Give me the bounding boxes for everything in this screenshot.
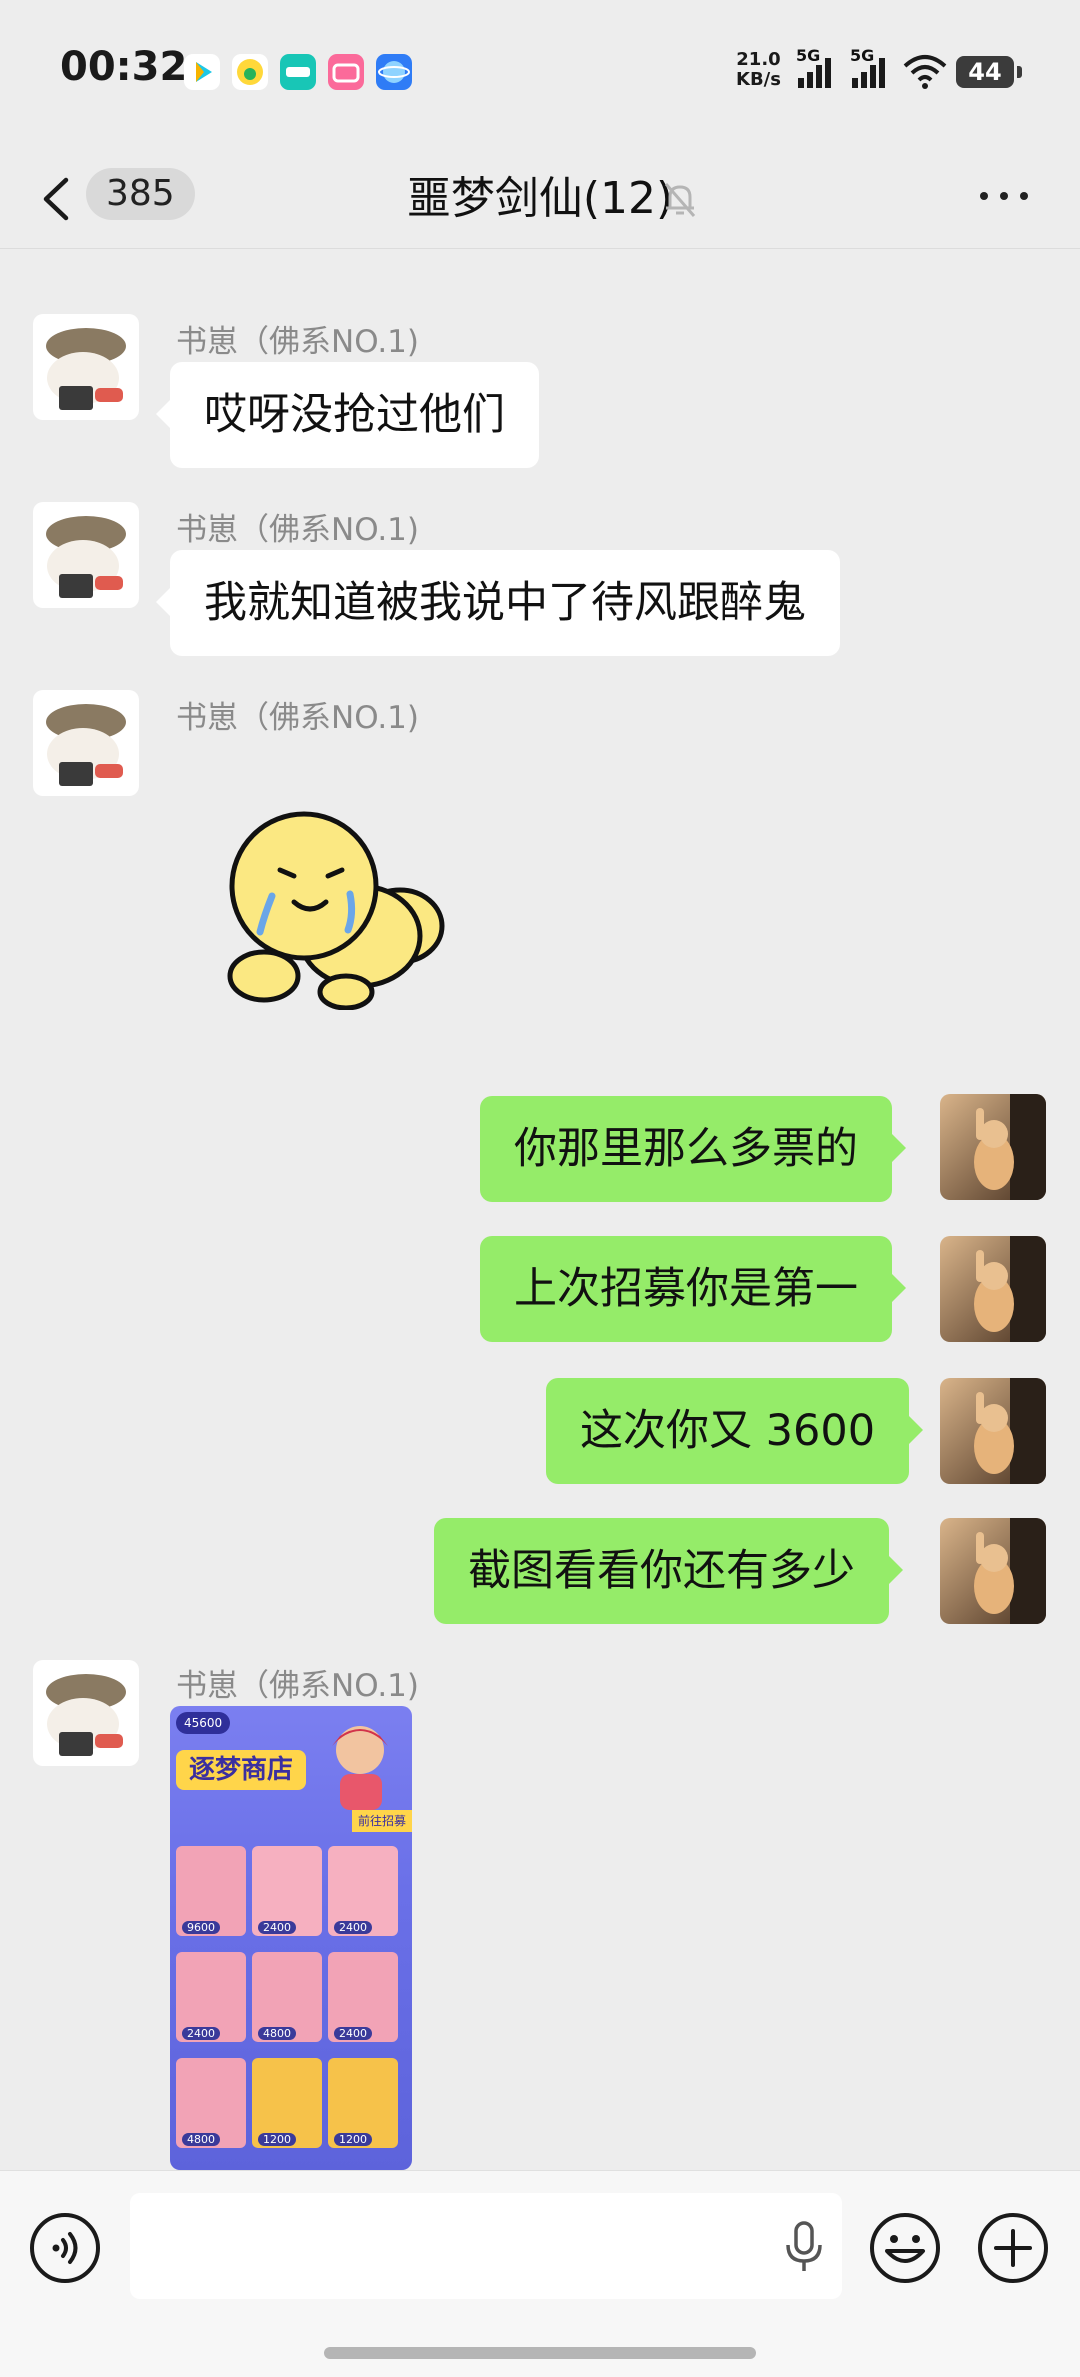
more-options-button[interactable] xyxy=(976,180,1032,210)
my-avatar[interactable] xyxy=(940,1378,1046,1484)
shop-item: 2400 xyxy=(328,1952,398,2042)
chat-title: 噩梦剑仙(12) xyxy=(406,173,674,224)
emoji-button[interactable] xyxy=(868,2211,942,2285)
my-avatar[interactable] xyxy=(940,1094,1046,1200)
sender-avatar[interactable] xyxy=(33,690,139,796)
character-illustration xyxy=(332,1726,388,1810)
coin-balance: 45600 xyxy=(176,1712,231,1734)
signal-icon-2: 5G xyxy=(850,46,892,94)
network-speed-value: 21.0 xyxy=(736,49,781,70)
qq-browser-icon xyxy=(376,54,412,90)
item-price: 9600 xyxy=(182,1921,220,1934)
shop-item: 1200 xyxy=(252,2058,322,2148)
message-bubble[interactable]: 上次招募你是第一 xyxy=(480,1236,906,1342)
item-price: 4800 xyxy=(182,2133,220,2146)
shop-item: 2400 xyxy=(176,1952,246,2042)
item-price: 2400 xyxy=(258,1921,296,1934)
battery-indicator: 44 xyxy=(956,56,1022,88)
status-bar: 00:32 21.0 KB/s 5G 5G 44 xyxy=(0,0,1080,140)
microphone-icon[interactable] xyxy=(784,2221,824,2273)
signal-icon: 5G xyxy=(796,46,838,94)
qq-music-icon xyxy=(232,54,268,90)
tencent-video-icon xyxy=(184,54,220,90)
network-speed: 21.0 KB/s xyxy=(736,50,781,90)
item-price: 4800 xyxy=(258,2027,296,2040)
bilibili-icon xyxy=(328,54,364,90)
sender-name: 书崽（佛系NO.1) xyxy=(176,1668,420,1704)
message-bubble[interactable]: 哎呀没抢过他们 xyxy=(156,362,539,468)
taptap-icon xyxy=(280,54,316,90)
plus-button[interactable] xyxy=(976,2211,1050,2285)
shop-item: 9600 xyxy=(176,1846,246,1936)
item-price: 1200 xyxy=(334,2133,372,2146)
item-price: 2400 xyxy=(334,1921,372,1934)
sender-avatar[interactable] xyxy=(33,314,139,420)
message-bubble[interactable]: 这次你又 3600 xyxy=(546,1378,924,1484)
shop-item: 2400 xyxy=(328,1846,398,1936)
network-speed-unit: KB/s xyxy=(736,69,781,90)
shop-item: 1200 xyxy=(328,2058,398,2148)
message-bubble[interactable]: 我就知道被我说中了待风跟醉鬼 xyxy=(156,550,840,656)
message-bubble[interactable]: 截图看看你还有多少 xyxy=(434,1518,903,1624)
muted-bell-icon xyxy=(664,183,696,217)
message-text-input[interactable] xyxy=(130,2193,842,2299)
shop-item: 4800 xyxy=(252,1952,322,2042)
voice-mode-button[interactable] xyxy=(28,2211,102,2285)
sender-avatar[interactable] xyxy=(33,1660,139,1766)
chat-header: 385 噩梦剑仙(12) xyxy=(0,140,1080,249)
message-bubble[interactable]: 你那里那么多票的 xyxy=(480,1096,906,1202)
recruit-link: 前往招募 xyxy=(351,1810,412,1832)
item-price: 1200 xyxy=(258,2133,296,2146)
crying-sticker[interactable] xyxy=(220,806,460,1010)
shop-title: 逐梦商店 xyxy=(176,1750,306,1790)
my-avatar[interactable] xyxy=(940,1236,1046,1342)
my-avatar[interactable] xyxy=(940,1518,1046,1624)
sender-name: 书崽（佛系NO.1) xyxy=(176,512,420,548)
signal-type-label: 5G xyxy=(850,46,875,65)
home-indicator[interactable] xyxy=(324,2347,756,2359)
message-input-bar xyxy=(0,2170,1080,2377)
sender-avatar[interactable] xyxy=(33,502,139,608)
item-price: 2400 xyxy=(182,2027,220,2040)
sender-name: 书崽（佛系NO.1) xyxy=(176,324,420,360)
status-time: 00:32 xyxy=(60,44,188,90)
shop-item: 2400 xyxy=(252,1846,322,1936)
shared-screenshot-image[interactable]: 45600 逐梦商店 前往招募 9600 2400 2400 2400 4800… xyxy=(170,1706,412,2170)
wifi-icon xyxy=(902,54,948,94)
shop-item: 4800 xyxy=(176,2058,246,2148)
item-price: 2400 xyxy=(334,2027,372,2040)
sender-name: 书崽（佛系NO.1) xyxy=(176,700,420,736)
signal-type-label: 5G xyxy=(796,46,821,65)
